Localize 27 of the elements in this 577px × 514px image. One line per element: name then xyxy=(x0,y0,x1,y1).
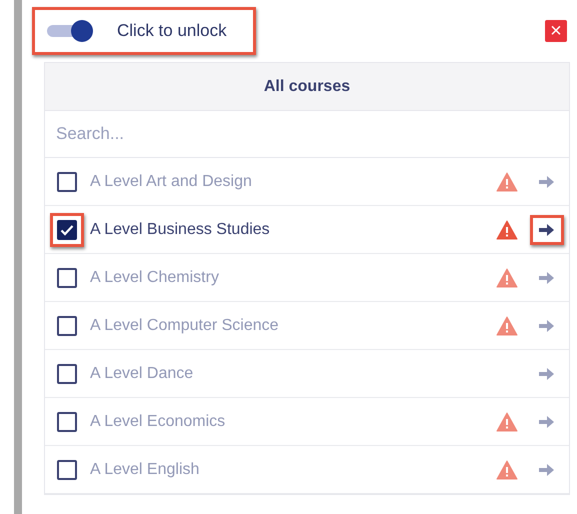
checkbox[interactable] xyxy=(57,268,77,288)
course-row[interactable]: A Level Economics xyxy=(45,398,569,446)
course-row[interactable]: A Level English xyxy=(45,446,569,494)
checkbox[interactable] xyxy=(57,364,77,384)
checkbox[interactable] xyxy=(57,316,77,336)
course-row[interactable]: A Level Chemistry xyxy=(45,254,569,302)
course-name: A Level Art and Design xyxy=(90,172,253,190)
close-button[interactable]: × xyxy=(545,20,567,42)
course-row[interactable]: A Level Computer Science xyxy=(45,302,569,350)
toggle-switch[interactable] xyxy=(47,20,93,42)
checkbox[interactable] xyxy=(57,460,77,480)
course-name: A Level Economics xyxy=(90,412,226,430)
checkbox[interactable] xyxy=(57,412,77,432)
course-name: A Level Chemistry xyxy=(90,268,220,286)
toggle-label: Click to unlock xyxy=(117,21,227,41)
arrow-right-icon[interactable] xyxy=(539,222,555,236)
checkbox[interactable] xyxy=(57,172,77,192)
course-name: A Level Dance xyxy=(90,364,194,382)
checkbox[interactable] xyxy=(57,220,77,240)
course-name: A Level English xyxy=(90,460,200,478)
course-name: A Level Business Studies xyxy=(90,220,271,238)
course-row[interactable]: A Level Business Studies xyxy=(45,206,569,254)
course-name: A Level Computer Science xyxy=(90,316,280,334)
list-header: All courses xyxy=(45,63,569,111)
check-icon xyxy=(60,224,74,236)
course-row[interactable]: A Level Art and Design xyxy=(45,158,569,206)
course-row[interactable]: A Level Dance xyxy=(45,350,569,398)
